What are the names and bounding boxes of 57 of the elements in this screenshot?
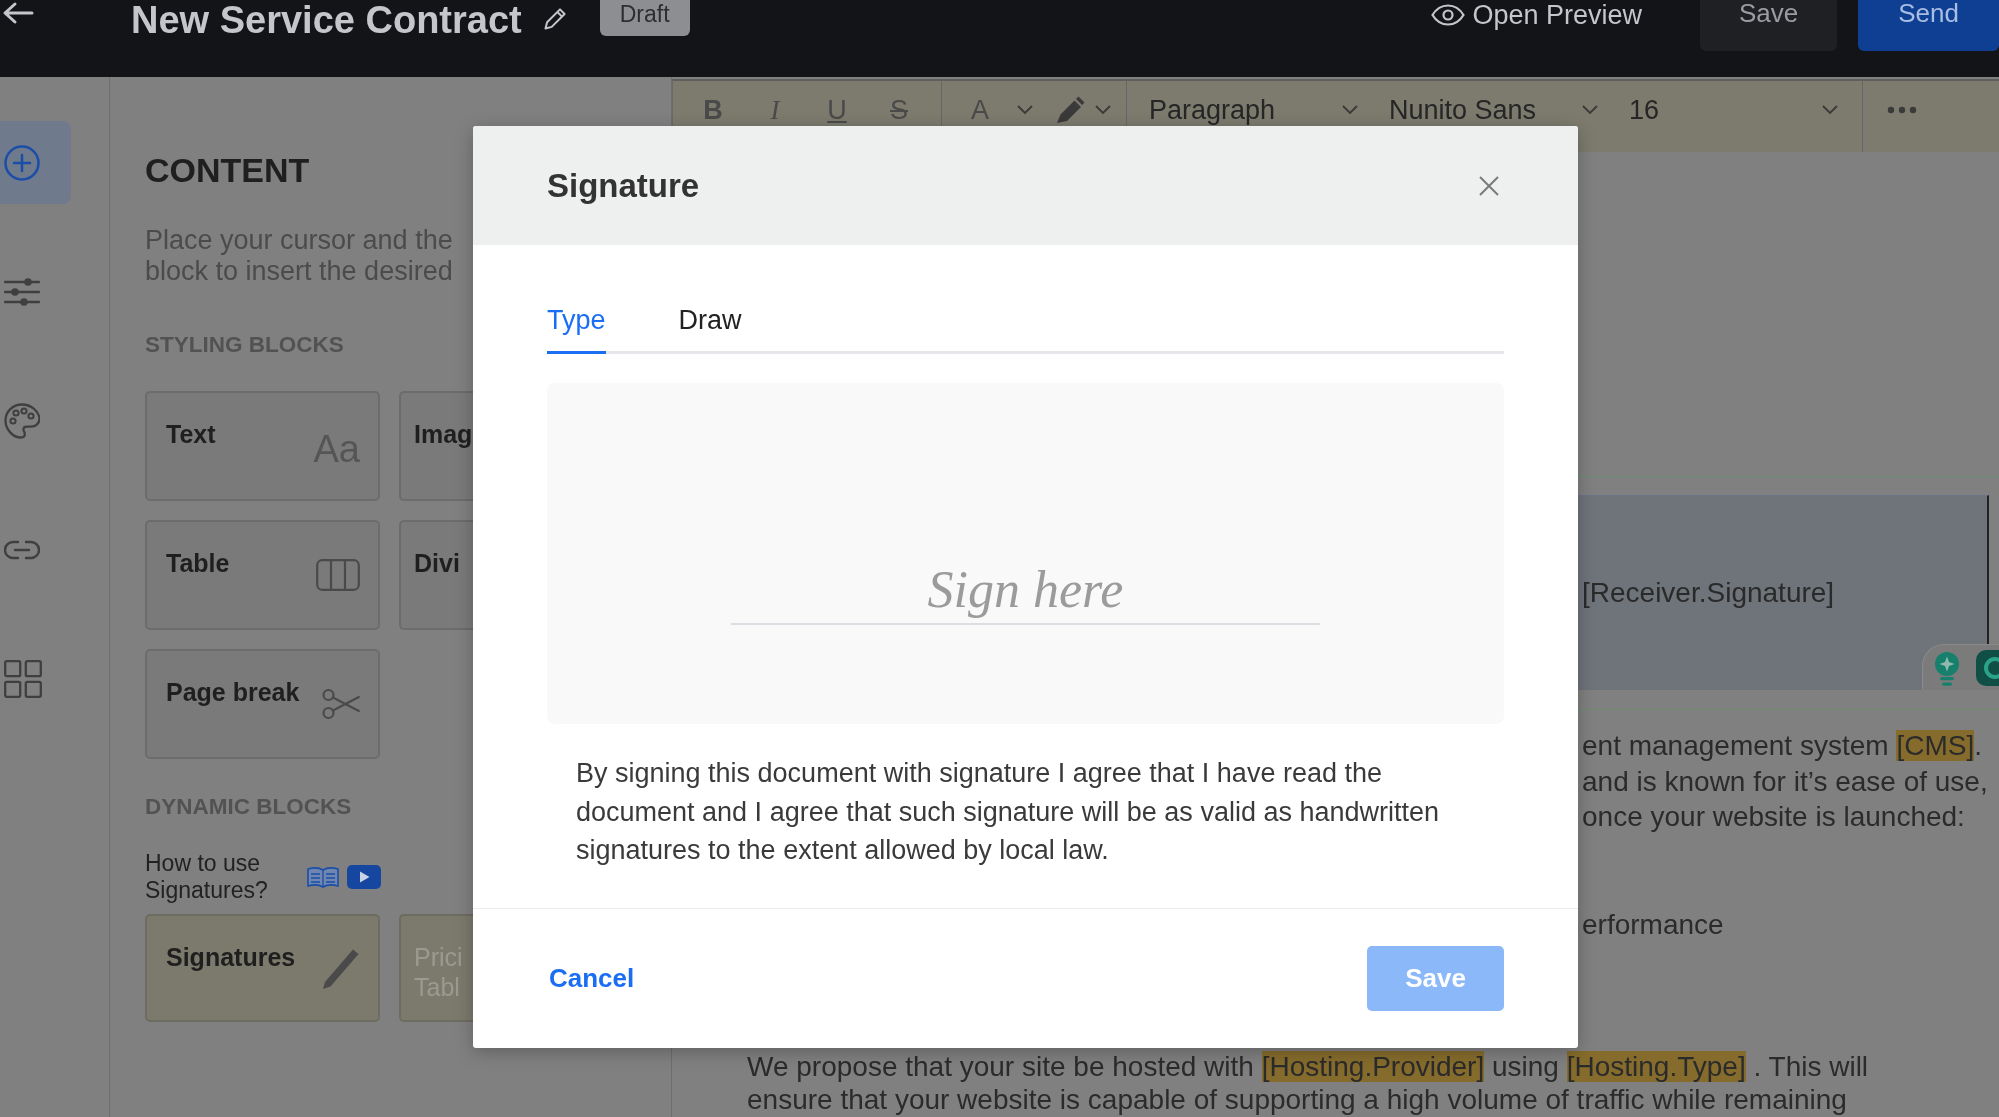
add-icon [4, 144, 40, 181]
link-icon [4, 539, 40, 560]
table-icon [316, 559, 360, 591]
header-button[interactable]: Save [1700, 0, 1838, 51]
document-text: erformance [1581, 907, 1724, 942]
block-card[interactable]: Imag [399, 391, 473, 501]
back-arrow-icon[interactable] [2, 1, 34, 25]
highlighter-icon [1055, 96, 1085, 124]
document-paragraph: We propose that your site be hosted with [Hosting.Provider] using [Hosting.Type] . This will ensure that your website is capable of supporting a high volume of traffic while remaining [747, 1050, 1870, 1116]
sidebar-tab[interactable] [4, 276, 40, 307]
caret-icon [1095, 105, 1111, 115]
caret-icon [1822, 105, 1838, 115]
document-text: ent management system [CMS]. [1581, 729, 1982, 763]
highlight-button[interactable] [1055, 95, 1111, 125]
document-text: and is known for it’s ease of use, [1581, 764, 1988, 799]
play-icon[interactable] [347, 865, 381, 889]
block-card[interactable]: Page break [145, 649, 380, 759]
document-text: once your website is launched: [1581, 800, 1965, 834]
toolbar-dropdown[interactable]: 16 [1625, 95, 1845, 125]
tab[interactable]: Draw [678, 290, 742, 354]
toolbar-dropdown[interactable]: Nunito Sans [1385, 95, 1605, 125]
sidebar-tab[interactable] [4, 659, 42, 698]
block-card[interactable]: Divi [399, 520, 473, 630]
document-title: New Service Contract [131, 0, 522, 40]
dialog-title: Signature [547, 166, 700, 205]
cancel-button[interactable]: Cancel [549, 963, 635, 993]
grid-icon [4, 659, 42, 698]
sidebar-tab[interactable] [4, 539, 40, 560]
sidebar-tab[interactable] [4, 402, 40, 439]
scissors-icon [322, 688, 360, 720]
eye-icon [1431, 4, 1466, 26]
help-text: How to use Signatures? [145, 850, 269, 904]
open-preview-link[interactable]: Open Preview [1431, 0, 1642, 30]
tab[interactable]: Type [547, 290, 606, 354]
block-card[interactable]: Table [145, 520, 380, 630]
status-badge: Draft [599, 0, 690, 36]
consent-text: By signing this document with signature I agree that I have read the document and I agree that such signature will be as valid as handwritten signatures to the extent allowed by local law. [575, 757, 1440, 867]
header-button[interactable]: Send [1858, 0, 1999, 51]
ring-icon[interactable] [1976, 650, 1999, 686]
block-card[interactable]: Signatures [145, 914, 380, 1022]
lightbulb-icon[interactable] [1934, 652, 1960, 686]
signature-placeholder-tag: [Receiver.Signature] [1582, 576, 1835, 610]
close-icon [1479, 175, 1499, 196]
palette-icon [4, 402, 40, 439]
sliders-icon [4, 276, 40, 307]
close-button[interactable] [1479, 175, 1499, 196]
more-button[interactable] [1887, 106, 1917, 114]
panel-title: CONTENT [145, 150, 310, 190]
pencil-icon[interactable] [543, 6, 568, 30]
caret-icon [1342, 105, 1358, 115]
more-icon [1887, 106, 1917, 114]
signature-input[interactable]: Sign here [731, 555, 1320, 625]
book-icon[interactable] [307, 866, 339, 888]
caret-icon [1582, 105, 1598, 115]
toolbar-dropdown[interactable]: Paragraph [1145, 95, 1365, 125]
caret-icon [1017, 105, 1033, 115]
sidebar-tab[interactable] [0, 121, 71, 204]
